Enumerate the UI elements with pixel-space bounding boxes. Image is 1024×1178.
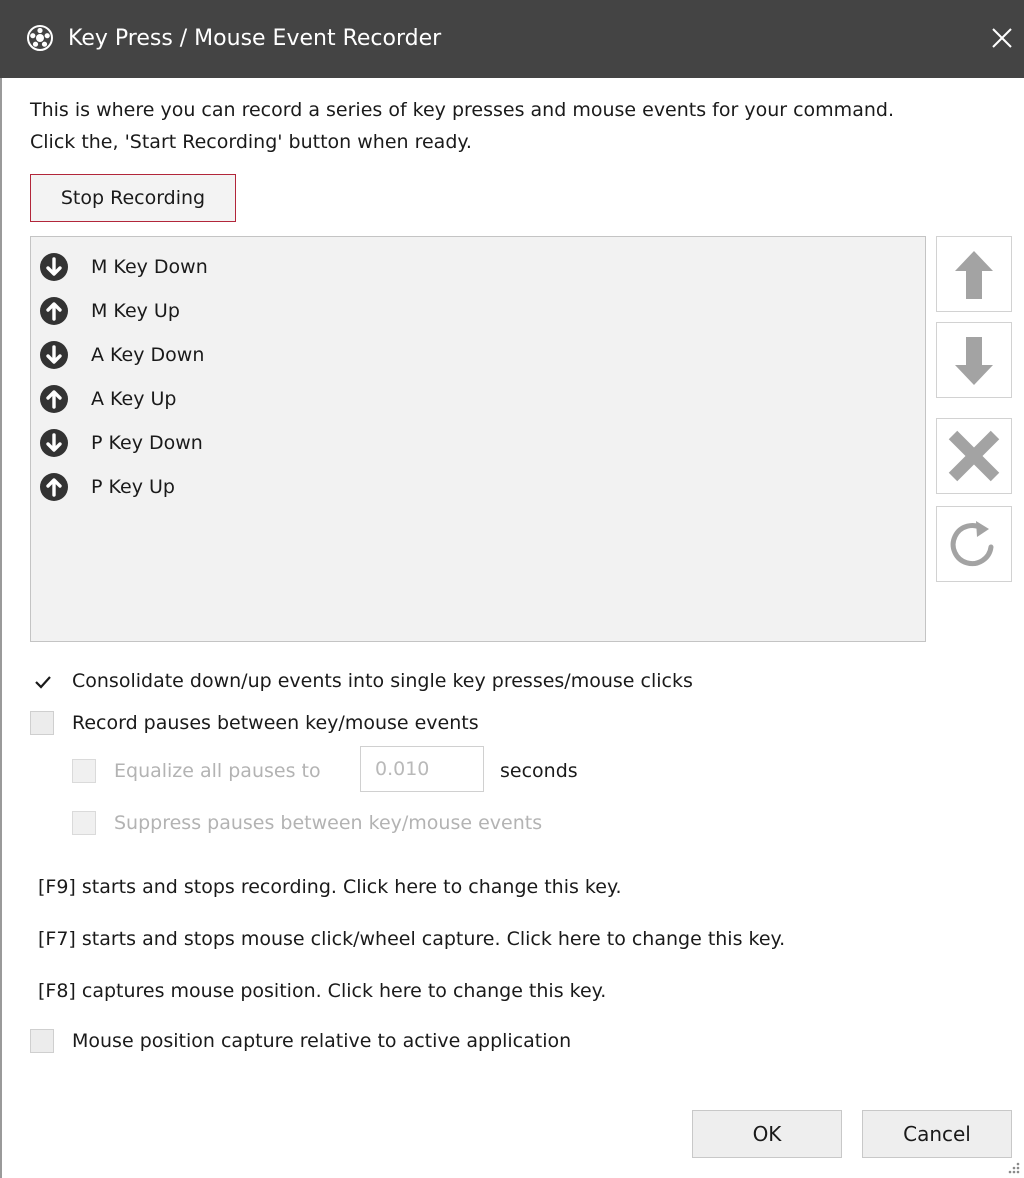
relative-capture-checkbox[interactable] — [30, 1029, 54, 1053]
arrow-up-circle-icon — [40, 473, 68, 501]
recording-hotkey-link[interactable]: [F9] starts and stops recording. Click h… — [38, 870, 622, 904]
window-title: Key Press / Mouse Event Recorder — [68, 26, 442, 51]
close-icon[interactable] — [984, 20, 1020, 56]
record-pauses-checkbox[interactable] — [30, 711, 54, 735]
arrow-up-circle-icon — [40, 385, 68, 413]
arrow-down-circle-icon — [40, 429, 68, 457]
move-up-button[interactable] — [936, 236, 1012, 312]
arrow-down-circle-icon — [40, 341, 68, 369]
event-label: A Key Down — [91, 344, 205, 366]
delete-button[interactable] — [936, 418, 1012, 494]
x-icon — [948, 430, 1000, 482]
event-label: M Key Up — [91, 300, 180, 322]
pause-duration-input: 0.010 — [360, 746, 484, 792]
event-label: P Key Up — [91, 476, 175, 498]
cancel-button[interactable]: Cancel — [862, 1110, 1012, 1158]
refresh-icon — [950, 521, 994, 567]
recorder-dialog: Key Press / Mouse Event Recorder This is… — [0, 0, 1024, 1178]
seconds-label: seconds — [500, 760, 578, 782]
suppress-pauses-label: Suppress pauses between key/mouse events — [114, 812, 543, 834]
arrow-down-circle-icon — [40, 253, 68, 281]
suppress-pauses-checkbox — [72, 811, 96, 835]
ok-button[interactable]: OK — [692, 1110, 842, 1158]
intro-text: This is where you can record a series of… — [30, 94, 894, 158]
equalize-pauses-checkbox — [72, 759, 96, 783]
arrow-up-icon — [955, 251, 993, 299]
mouse-position-hotkey-link[interactable]: [F8] captures mouse position. Click here… — [38, 974, 606, 1008]
stop-recording-button[interactable]: Stop Recording — [30, 174, 236, 222]
equalize-pauses-label: Equalize all pauses to — [114, 760, 321, 782]
consolidate-checkbox[interactable] — [30, 669, 54, 693]
window-left-border — [0, 78, 2, 1178]
gear-film-icon — [27, 25, 53, 51]
relative-capture-label: Mouse position capture relative to activ… — [72, 1030, 572, 1052]
arrow-down-icon — [955, 337, 993, 385]
record-pauses-label: Record pauses between key/mouse events — [72, 712, 479, 734]
event-list[interactable]: M Key Down M Key Up A Key Down A Key Up — [30, 236, 926, 642]
arrow-up-circle-icon — [40, 297, 68, 325]
consolidate-label: Consolidate down/up events into single k… — [72, 670, 693, 692]
check-icon — [35, 676, 51, 689]
event-label: M Key Down — [91, 256, 208, 278]
move-down-button[interactable] — [936, 322, 1012, 398]
resize-grip-icon[interactable] — [1002, 1156, 1022, 1176]
refresh-button[interactable] — [936, 506, 1012, 582]
title-bar: Key Press / Mouse Event Recorder — [0, 0, 1024, 78]
event-label: A Key Up — [91, 388, 177, 410]
event-label: P Key Down — [91, 432, 203, 454]
intro-line-1: This is where you can record a series of… — [30, 99, 894, 121]
mouse-capture-hotkey-link[interactable]: [F7] starts and stops mouse click/wheel … — [38, 922, 785, 956]
intro-line-2: Click the, 'Start Recording' button when… — [30, 131, 472, 153]
